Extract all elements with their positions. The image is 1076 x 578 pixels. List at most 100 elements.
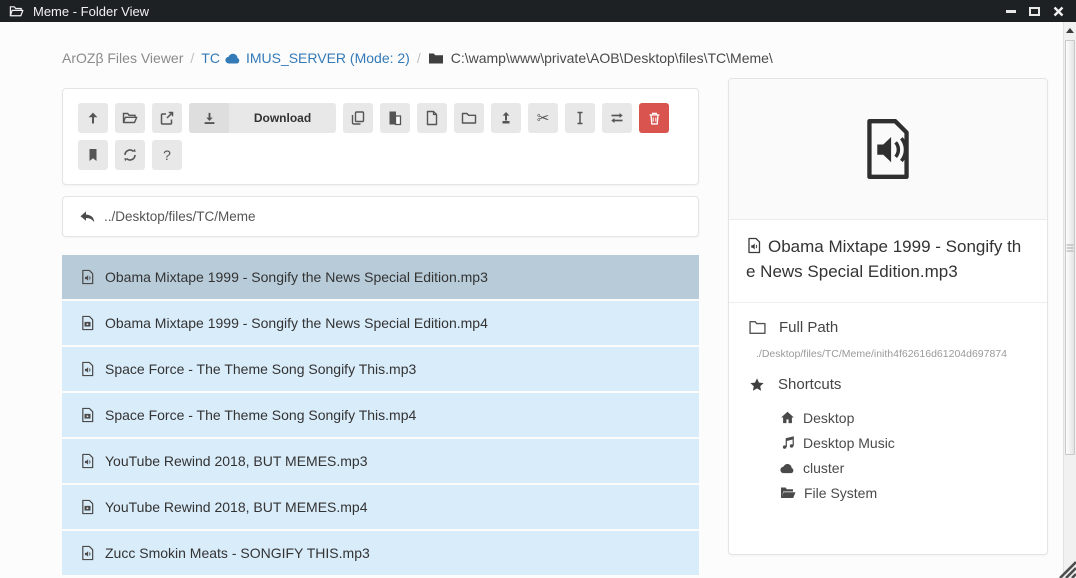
go-up-button[interactable] xyxy=(78,103,108,133)
delete-button[interactable] xyxy=(639,103,669,133)
open-button[interactable] xyxy=(115,103,145,133)
breadcrumb: ArOZβ Files Viewer / TC IMUS_SERVER (Mod… xyxy=(62,48,962,68)
file-row[interactable]: YouTube Rewind 2018, BUT MEMES.mp4 xyxy=(62,485,699,529)
shortcut-label: Desktop xyxy=(803,410,854,426)
text-cursor-icon xyxy=(572,110,588,126)
selected-file-name-text: Obama Mixtape 1999 - Songify the News Sp… xyxy=(746,237,1021,281)
upload-icon xyxy=(498,110,514,126)
folder-open-icon xyxy=(8,4,25,19)
vertical-scrollbar[interactable] xyxy=(1063,22,1076,578)
copy-button[interactable] xyxy=(343,103,373,133)
download-button[interactable]: Download xyxy=(189,103,336,133)
paste-icon xyxy=(387,110,403,126)
help-button[interactable]: ? xyxy=(152,140,182,170)
toolbar-row-1: Download xyxy=(78,103,683,133)
audio-file-icon xyxy=(80,453,95,469)
file-name: Zucc Smokin Meats - SONGIFY THIS.mp3 xyxy=(105,545,370,561)
refresh-button[interactable] xyxy=(115,140,145,170)
question-mark-icon: ? xyxy=(163,148,171,162)
cloud-icon xyxy=(225,52,241,64)
file-icon xyxy=(424,110,440,126)
new-file-button[interactable] xyxy=(417,103,447,133)
bookmark-button[interactable] xyxy=(78,140,108,170)
rename-button[interactable] xyxy=(565,103,595,133)
file-toolbar: Download xyxy=(62,88,699,185)
cut-button[interactable]: ✂ xyxy=(528,103,558,133)
file-row[interactable]: YouTube Rewind 2018, BUT MEMES.mp3 xyxy=(62,439,699,483)
window-resize-grip[interactable] xyxy=(1054,556,1076,578)
refresh-icon xyxy=(122,147,138,163)
breadcrumb-current-path: C:\wamp\www\private\AOB\Desktop\files\TC… xyxy=(428,50,773,66)
full-path-header: Full Path xyxy=(749,319,1027,336)
video-file-icon xyxy=(80,315,95,331)
current-path-text: ../Desktop/files/TC/Meme xyxy=(104,209,256,224)
music-icon xyxy=(780,435,795,450)
download-button-label: Download xyxy=(229,111,336,125)
file-name: YouTube Rewind 2018, BUT MEMES.mp3 xyxy=(105,453,368,469)
minimize-icon xyxy=(1006,10,1016,13)
bookmark-icon xyxy=(85,147,101,163)
upload-button[interactable] xyxy=(491,103,521,133)
star-icon xyxy=(749,377,765,393)
paste-button[interactable] xyxy=(380,103,410,133)
folder-icon xyxy=(461,110,477,126)
swap-arrows-icon xyxy=(609,110,625,126)
copy-icon xyxy=(350,110,366,126)
window-title: Meme - Folder View xyxy=(33,4,149,19)
video-file-icon xyxy=(80,407,95,423)
full-path-value: ./Desktop/files/TC/Meme/inith4f62616d612… xyxy=(756,348,1027,360)
full-path-label: Full Path xyxy=(779,319,838,336)
shortcut-label: cluster xyxy=(803,460,844,476)
audio-file-icon xyxy=(80,361,95,377)
window-titlebar: Meme - Folder View xyxy=(0,0,1076,22)
file-name: Space Force - The Theme Song Songify Thi… xyxy=(105,361,416,377)
trash-icon xyxy=(647,111,662,126)
file-name: YouTube Rewind 2018, BUT MEMES.mp4 xyxy=(105,499,368,515)
shortcut-list: Desktop Desktop Music cluster xyxy=(780,405,1027,505)
audio-file-icon xyxy=(80,545,95,561)
open-in-new-window-button[interactable] xyxy=(152,103,182,133)
file-properties-body: Full Path ./Desktop/files/TC/Meme/inith4… xyxy=(729,303,1047,521)
file-row[interactable]: Space Force - The Theme Song Songify Thi… xyxy=(62,347,699,391)
shortcuts-header: Shortcuts xyxy=(749,376,1027,393)
shortcut-desktop-music[interactable]: Desktop Music xyxy=(780,430,1027,455)
move-button[interactable] xyxy=(602,103,632,133)
file-preview xyxy=(729,79,1047,220)
breadcrumb-server-label: IMUS_SERVER (Mode: 2) xyxy=(246,50,410,66)
scroll-up-button[interactable] xyxy=(1064,22,1076,38)
scrollbar-thumb[interactable] xyxy=(1065,40,1075,455)
scrollbar-grip-icon xyxy=(1067,244,1074,251)
file-name: Obama Mixtape 1999 - Songify the News Sp… xyxy=(105,315,488,331)
download-icon xyxy=(189,103,229,133)
file-row[interactable]: Obama Mixtape 1999 - Songify the News Sp… xyxy=(62,301,699,345)
window-controls xyxy=(1003,5,1068,18)
shortcut-label: File System xyxy=(804,485,877,501)
scissors-icon: ✂ xyxy=(537,111,550,126)
maximize-icon xyxy=(1029,7,1040,16)
current-path-bar[interactable]: ../Desktop/files/TC/Meme xyxy=(62,196,699,237)
folder-icon xyxy=(749,320,766,335)
breadcrumb-server-link[interactable]: TC IMUS_SERVER (Mode: 2) xyxy=(201,50,410,66)
audio-file-icon xyxy=(746,237,762,254)
folder-icon xyxy=(428,51,444,65)
minimize-button[interactable] xyxy=(1003,5,1018,18)
file-row[interactable]: Obama Mixtape 1999 - Songify the News Sp… xyxy=(62,255,699,299)
breadcrumb-app-name[interactable]: ArOZβ Files Viewer xyxy=(62,50,183,66)
cloud-icon xyxy=(780,462,795,474)
file-name: Space Force - The Theme Song Songify Thi… xyxy=(105,407,416,423)
shortcut-desktop[interactable]: Desktop xyxy=(780,405,1027,430)
close-button[interactable] xyxy=(1051,5,1066,18)
arrow-up-icon xyxy=(85,110,101,126)
maximize-button[interactable] xyxy=(1027,5,1042,18)
breadcrumb-separator: / xyxy=(190,50,194,66)
new-folder-button[interactable] xyxy=(454,103,484,133)
file-name: Obama Mixtape 1999 - Songify the News Sp… xyxy=(105,269,488,285)
shortcut-label: Desktop Music xyxy=(803,435,895,451)
toolbar-row-2: ? xyxy=(78,140,683,170)
file-row[interactable]: Zucc Smokin Meats - SONGIFY THIS.mp3 xyxy=(62,531,699,575)
back-arrow-icon xyxy=(79,210,96,224)
file-row[interactable]: Space Force - The Theme Song Songify Thi… xyxy=(62,393,699,437)
folder-open-icon xyxy=(122,110,138,126)
shortcut-file-system[interactable]: File System xyxy=(780,480,1027,505)
shortcut-cluster[interactable]: cluster xyxy=(780,455,1027,480)
